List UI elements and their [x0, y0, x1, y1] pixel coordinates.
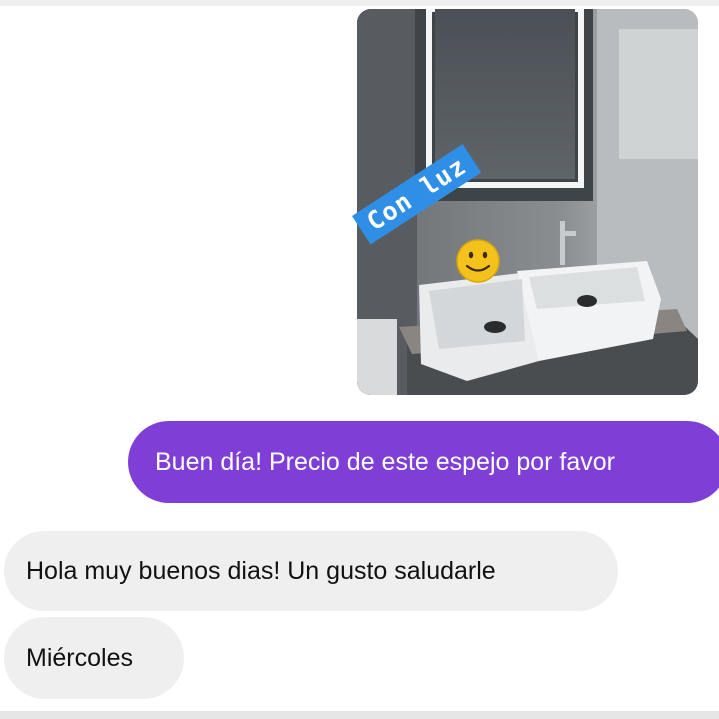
incoming-message-bubble[interactable]: Hola muy buenos dias! Un gusto saludarle [4, 531, 618, 611]
outgoing-message-bubble[interactable]: Buen día! Precio de este espejo por favo… [128, 421, 719, 503]
top-divider [0, 0, 719, 6]
bottom-divider [0, 711, 719, 719]
smiling-face-icon [456, 239, 500, 283]
incoming-message-bubble[interactable]: Miércoles [4, 617, 184, 699]
